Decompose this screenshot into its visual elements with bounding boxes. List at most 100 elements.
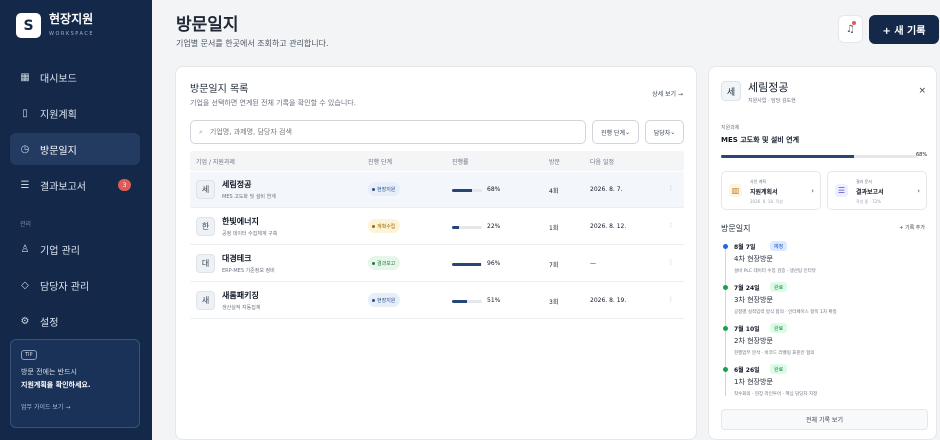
list-title: 방문일지 목록 [190,84,249,95]
sidebar-item-managers[interactable]: ◇ 담당자 관리 [10,269,140,301]
company-name: 새롬패키징 [222,291,259,300]
timeline-item[interactable]: 6월 26일 완료 1차 현장방문 착수회의 · 현장 라인투어 · 핵심 담당… [721,364,926,406]
progress-fill [452,189,473,192]
chevron-down-icon: ⌄ [670,128,676,136]
visit-note: 현행업무 분석 · 바코드 라벨링 표준안 협의 [734,351,815,356]
project-progress-bar [721,155,917,158]
progress-bar [452,300,482,303]
close-icon[interactable]: × [918,86,926,96]
visit-count: 3회 [549,299,559,306]
column-next: 다음 일정 [590,159,614,166]
visit-title: 4차 현장방문 [734,255,773,263]
table-row[interactable]: 한 한빛에너지 공정 데이터 수집체계 구축 계획수립 22% 1회 2026.… [190,209,684,245]
next-schedule: 2026. 8. 12. [590,223,627,230]
book-icon: ▥ [729,184,742,197]
timeline-item[interactable]: 8월 7일 예정 4차 현장방문 설비 PLC 데이터 수집 검증 · 생산팀 … [721,241,926,283]
progress-bar [452,226,482,229]
sidebar-item-dashboard[interactable]: ▦ 대시보드 [10,61,140,93]
sidebar-item-companies[interactable]: ♙ 기업 관리 [10,233,140,265]
timeline-dot [723,244,728,249]
guide-link[interactable]: 업무 가이드 보기 → [21,402,129,411]
bell-icon: ♫ [846,23,855,35]
company-name: 대경테크 [222,254,252,263]
sidebar-item-label: 결과보고서 [40,181,86,193]
visit-title: 3차 현장방문 [734,296,773,304]
result-report-card[interactable]: ☰ 결과 문서 결과보고서 작성 중 · 72% › [827,171,927,210]
list-subtitle: 기업을 선택하면 연계된 전체 기록을 확인할 수 있습니다. [190,99,356,107]
book-icon: ▯ [22,107,28,119]
search-icon: ⌕ [199,127,203,136]
grid-icon: ▦ [20,71,30,83]
sidebar-item-label: 담당자 관리 [40,281,90,293]
owner-filter[interactable]: 담당자 ⌄ [645,120,684,144]
sidebar-item-label: 지원계획 [40,109,77,121]
timeline-item[interactable]: 7월 10일 완료 2차 현장방문 현행업무 분석 · 바코드 라벨링 표준안 … [721,323,926,365]
project-title: MES 고도화 및 설비 연계 [721,136,800,144]
visit-title: 2차 현장방문 [734,337,773,345]
progress-fill [452,226,459,229]
visit-note: 설비 PLC 데이터 수집 검증 · 생산팀 인터뷰 [734,269,816,274]
project-name: 생산실적 자동집계 [222,305,261,311]
column-company: 기업 / 지원과제 [196,159,235,166]
sidebar-item-support-plan[interactable]: ▯ 지원계획 [10,97,140,129]
sidebar-item-reports[interactable]: ☰ 결과보고서 3 [10,169,140,201]
visit-status-badge: 예정 [770,241,788,251]
sidebar-item-visit-log[interactable]: ◷ 방문일지 [10,133,140,165]
doc-meta: 2026. 6. 18. 작성 [750,199,783,204]
view-all-records-button[interactable]: 전체 기록 보기 [721,409,928,430]
page-title: 방문일지 [176,15,239,35]
status-filter[interactable]: 진행 단계 ⌄ [592,120,639,144]
progress-fill [452,300,468,303]
visit-status-badge: 완료 [770,364,788,374]
progress-bar [452,263,482,266]
owner-filter-label: 담당자 [653,129,671,137]
more-options-icon[interactable]: ⋮ [668,259,674,266]
detail-subtitle: 지원사업 · 담당 김도현 [748,98,796,104]
history-title: 방문일지 [721,224,751,233]
timeline-dot [723,367,728,372]
company-avatar: 한 [196,217,215,236]
new-record-button[interactable]: + 새 기록 [869,15,939,44]
table-header: 기업 / 지원과제 진행 단계 진행률 방문 다음 일정 [190,151,684,171]
sidebar-item-label: 기업 관리 [40,245,80,257]
status-badge: 현장지원 [368,293,401,307]
company-avatar: 새 [196,291,215,310]
visit-date: 8월 7일 [734,244,756,251]
document-icon: ☰ [20,179,30,191]
detail-view-link[interactable]: 상세 보기 → [652,89,683,98]
company-detail-panel: 세 세림정공 지원사업 · 담당 김도현 × 지원과제 MES 고도화 및 설비… [708,66,937,440]
table-row[interactable]: 세 세림정공 MES 고도화 및 설비 연계 현장지원 68% 4회 2026.… [190,172,684,208]
company-avatar: 세 [721,81,741,101]
more-options-icon[interactable]: ⋮ [668,296,674,303]
app-subtitle: WORKSPACE [49,31,94,37]
status-badge: 결과보고 [368,256,401,270]
project-name: ERP-MES 기준정보 정비 [222,268,275,274]
project-progress-fill [721,155,855,158]
more-options-icon[interactable]: ⋮ [668,222,674,229]
visit-count: 4회 [549,188,559,195]
search-box[interactable]: ⌕ [190,120,586,144]
progress-bar [452,189,482,192]
chevron-down-icon: ⌄ [624,128,631,136]
table-row[interactable]: 새 새롬패키징 생산실적 자동집계 현장지원 51% 3회 2026. 8. 1… [190,283,684,319]
progress-percent: 96% [487,260,501,267]
add-record-button[interactable]: + 기록 추가 [899,224,925,231]
doc-title: 결과보고서 [856,189,884,196]
column-status: 진행 단계 [368,159,392,166]
company-name: 한빛에너지 [222,217,259,226]
more-options-icon[interactable]: ⋮ [668,185,674,192]
notification-button[interactable]: ♫ [838,15,863,43]
support-plan-card[interactable]: ▥ 사전 계획 지원계획서 2026. 6. 18. 작성 › [721,171,821,210]
clock-icon: ◷ [20,143,30,155]
project-name: 공정 데이터 수집체계 구축 [222,231,278,237]
timeline-item[interactable]: 7월 24일 완료 3차 현장방문 공정별 실적입력 방식 합의 · 인터페이스… [721,282,926,324]
notification-dot [852,21,856,25]
app-logo[interactable]: S [16,13,41,38]
progress-percent: 68% [487,186,501,193]
tip-badge: TIP [21,350,37,360]
table-row[interactable]: 대 대경테크 ERP-MES 기준정보 정비 결과보고 96% 7회 — ⋮ [190,246,684,282]
progress-percent: 51% [487,297,501,304]
sidebar-item-settings[interactable]: ⚙ 설정 [10,305,140,337]
search-input[interactable] [209,128,550,136]
sidebar-item-label: 대시보드 [40,73,77,85]
